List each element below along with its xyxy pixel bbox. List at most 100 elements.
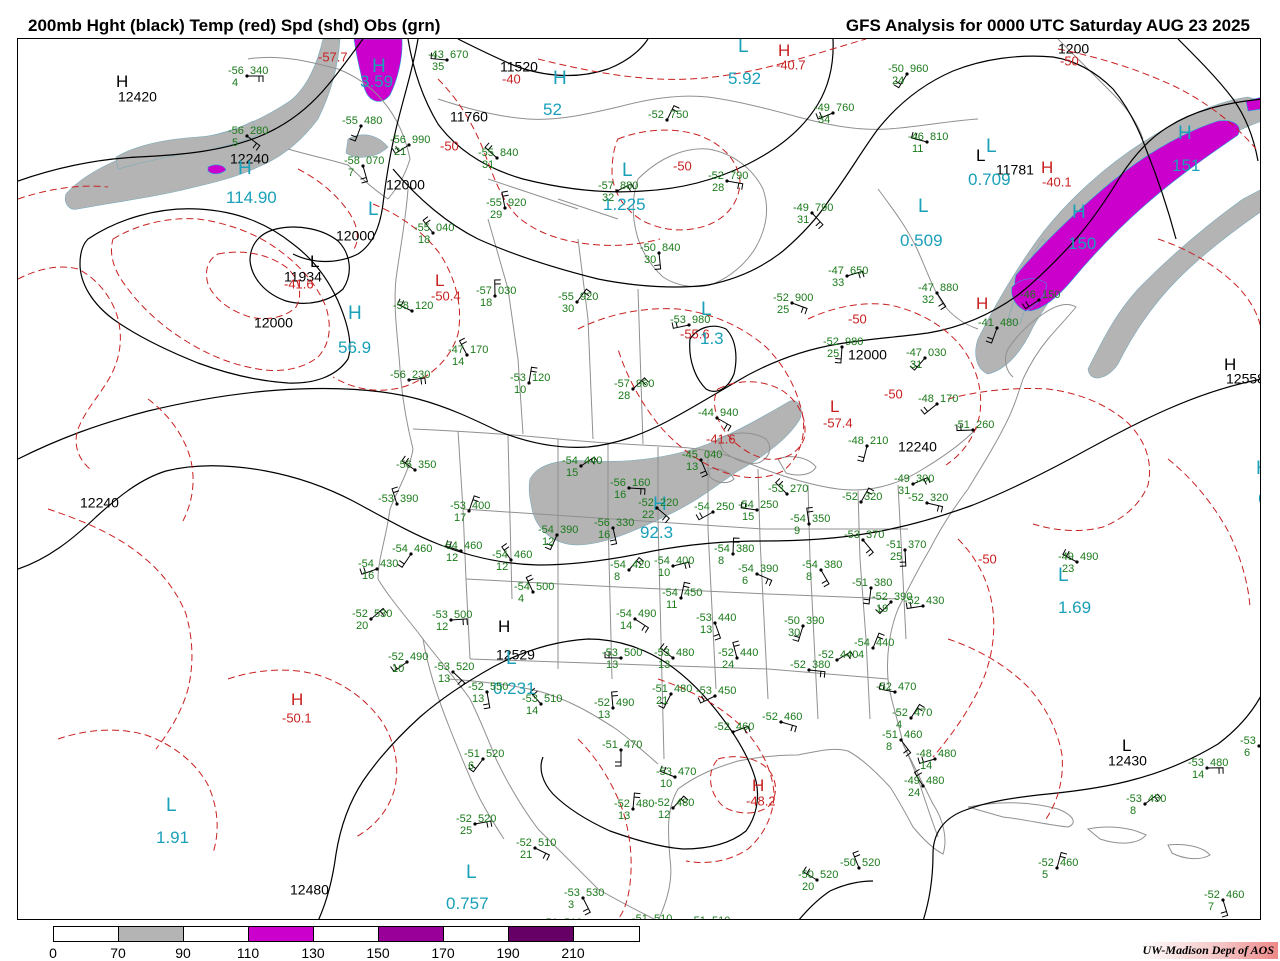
station-obs[interactable]: -54 460 12	[492, 549, 532, 573]
station-obs[interactable]: -52 510 21	[516, 837, 556, 861]
station-obs[interactable]: -47 030 31	[906, 347, 946, 371]
station-obs[interactable]: -51 480 21	[652, 683, 692, 707]
station-obs[interactable]: -53 470 10	[656, 766, 696, 790]
station-obs[interactable]: -44 940	[698, 407, 738, 420]
station-obs[interactable]: -53 510 14	[522, 693, 562, 717]
station-obs[interactable]: -52 320	[842, 491, 882, 504]
obs-height: 460	[904, 729, 922, 741]
obs-height: 520	[862, 857, 880, 869]
station-obs[interactable]: -53 500 12	[432, 609, 472, 633]
station-obs[interactable]: -51 370 25	[886, 539, 926, 563]
station-obs[interactable]: -52 380	[790, 659, 830, 672]
station-obs[interactable]: -51 260	[954, 419, 994, 432]
obs-dewpoint-depression: 28	[712, 182, 724, 194]
station-dot	[903, 548, 907, 552]
station-dot	[679, 596, 683, 600]
station-obs[interactable]: -57 960 28	[614, 378, 654, 402]
station-obs[interactable]: -54 250 15	[738, 499, 778, 523]
station-obs[interactable]: -53 450 8	[1126, 793, 1166, 817]
station-obs[interactable]: -55 040 18	[414, 222, 454, 246]
station-obs[interactable]: -51 470	[602, 739, 642, 752]
station-obs[interactable]: -56 350	[396, 459, 436, 472]
station-obs[interactable]: -56 990 21	[390, 134, 430, 158]
station-obs[interactable]: -54 420 8	[610, 559, 650, 583]
obs-dewpoint-depression: 21	[394, 146, 406, 158]
station-obs[interactable]: -58 120	[393, 300, 433, 313]
station-obs[interactable]: -58 070 7	[344, 155, 384, 179]
station-obs[interactable]: -54 400 10	[654, 555, 694, 579]
station-obs[interactable]: -49 490 23	[1058, 551, 1098, 575]
station-obs[interactable]: -52 4704	[892, 707, 932, 731]
station-obs[interactable]: -54 250	[694, 501, 734, 514]
station-obs[interactable]: -49 760 34	[814, 102, 854, 126]
station-obs[interactable]: -54 390 6	[738, 563, 778, 587]
station-obs[interactable]: -55 840 31	[478, 147, 518, 171]
station-obs[interactable]: -51 510	[542, 917, 582, 920]
station-obs[interactable]: -54 350 9	[790, 513, 830, 537]
station-obs[interactable]: -50 390 30	[784, 615, 824, 639]
station-obs[interactable]: -52 900 25	[773, 292, 813, 316]
station-obs[interactable]: -52 460 7	[1204, 889, 1244, 913]
station-obs[interactable]: -53 390	[378, 493, 418, 506]
station-dot	[935, 291, 939, 295]
station-obs[interactable]: -54 500 4	[514, 581, 554, 605]
obs-temperature: -48	[916, 748, 932, 760]
station-obs[interactable]: -53 370	[844, 529, 884, 542]
station-obs[interactable]: -54 460	[392, 543, 432, 556]
obs-height: 480	[938, 748, 956, 760]
station-obs[interactable]: -55 920 30	[558, 291, 598, 315]
station-obs[interactable]: -52 530 20	[352, 608, 392, 632]
station-obs[interactable]: -53 530 3	[564, 887, 604, 911]
obs-temperature: -51	[852, 577, 868, 589]
station-obs[interactable]: -53 480 13	[654, 647, 694, 671]
station-obs[interactable]: -50 520	[840, 857, 880, 870]
station-obs[interactable]: -51 510	[632, 913, 672, 920]
station-obs[interactable]: -51 520 6	[464, 748, 504, 772]
station-dot	[713, 694, 717, 698]
height-label: 12240	[898, 438, 937, 454]
station-obs[interactable]: -43 670 35	[428, 49, 468, 73]
station-obs[interactable]: -46 810 11	[908, 131, 948, 155]
station-obs[interactable]: -52 790 28	[708, 170, 748, 194]
station-obs[interactable]: -52 490 13	[594, 697, 634, 721]
station-obs[interactable]: -52 750	[648, 109, 688, 122]
station-obs[interactable]: -51 510	[690, 915, 730, 920]
station-obs[interactable]: -52 490 10	[388, 651, 428, 675]
station-obs[interactable]: -52 320	[908, 492, 948, 505]
station-obs[interactable]: -536	[1240, 735, 1261, 759]
station-obs[interactable]: -52 470	[876, 681, 916, 694]
station-obs[interactable]: -55 920 29	[486, 197, 526, 221]
station-obs[interactable]: -48 210	[848, 435, 888, 448]
station-obs[interactable]: -52 460	[714, 721, 754, 734]
height-contour-12480-east	[922, 696, 1260, 919]
obs-temperature: -52	[908, 492, 924, 504]
obs-temperature: -52	[1204, 889, 1220, 901]
obs-height: 900	[795, 292, 813, 304]
station-obs[interactable]: -47 650 33	[828, 265, 868, 289]
station-obs[interactable]: -48 480 14	[916, 748, 956, 772]
station-obs[interactable]: -53 400 17	[450, 500, 490, 524]
station-obs[interactable]: -52 480 12	[654, 797, 694, 821]
station-obs[interactable]: -52 480 13	[614, 798, 654, 822]
station-obs[interactable]: -52 460	[762, 711, 802, 724]
station-obs[interactable]: -53 480 14	[1188, 757, 1228, 781]
station-obs[interactable]: -48 170	[918, 393, 958, 406]
station-obs[interactable]: -56 230	[390, 369, 430, 382]
obs-temperature: -54	[790, 513, 806, 525]
station-obs[interactable]: -55 480	[342, 115, 382, 128]
legend-tick-label: 70	[110, 945, 126, 961]
station-obs[interactable]: -51 380	[852, 577, 892, 590]
station-obs[interactable]: -53 440 13	[696, 612, 736, 636]
weather-map[interactable]: 1242012240120001200011934120001152011760…	[18, 39, 1261, 920]
station-obs[interactable]: -52 430	[904, 595, 944, 608]
station-obs[interactable]: -52 460 5	[1038, 857, 1078, 881]
station-obs[interactable]: -47 170 14	[448, 344, 488, 368]
station-obs[interactable]: -52 520 25	[456, 813, 496, 837]
map-panel[interactable]: 12420 12240 12000 12000 11934 12000 11520 11760…	[17, 38, 1261, 920]
station-obs[interactable]: -53 270	[768, 483, 808, 496]
obs-temperature: -54	[442, 540, 458, 552]
station-obs[interactable]: -50 960 24	[888, 63, 928, 87]
station-obs[interactable]: -56 340 4	[228, 65, 268, 89]
station-obs[interactable]: -53 980	[670, 314, 710, 327]
station-obs[interactable]: -53 500 13	[602, 647, 642, 671]
